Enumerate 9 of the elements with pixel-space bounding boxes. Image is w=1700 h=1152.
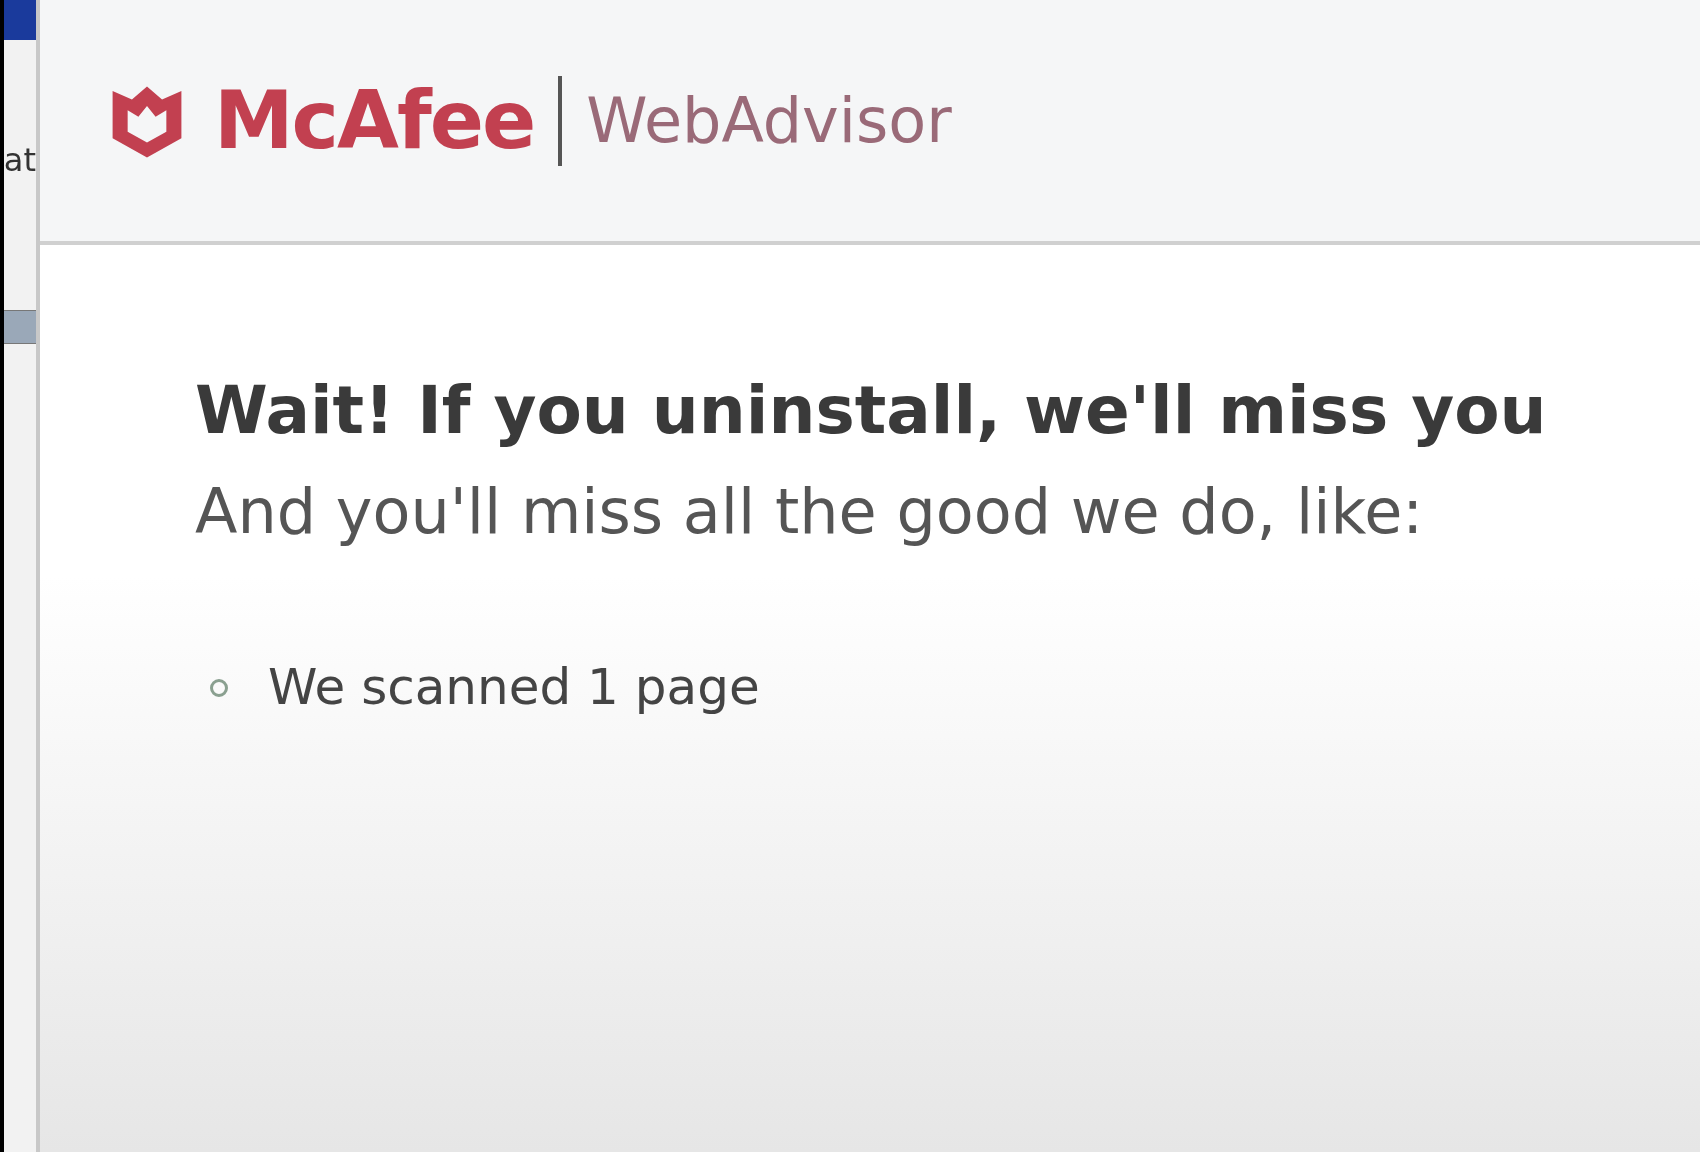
window-text: at [3, 144, 36, 176]
heading: Wait! If you uninstall, we'll miss you [195, 371, 1548, 451]
product-name: WebAdvisor [586, 89, 952, 152]
subheading: And you'll miss all the good we do, like: [195, 473, 1425, 550]
benefit-text: We scanned 1 page [268, 657, 760, 718]
toolbar-tile [4, 310, 36, 344]
title-bar [4, 0, 36, 40]
brand-name: McAfee [214, 80, 535, 161]
bullet-icon [210, 678, 228, 697]
